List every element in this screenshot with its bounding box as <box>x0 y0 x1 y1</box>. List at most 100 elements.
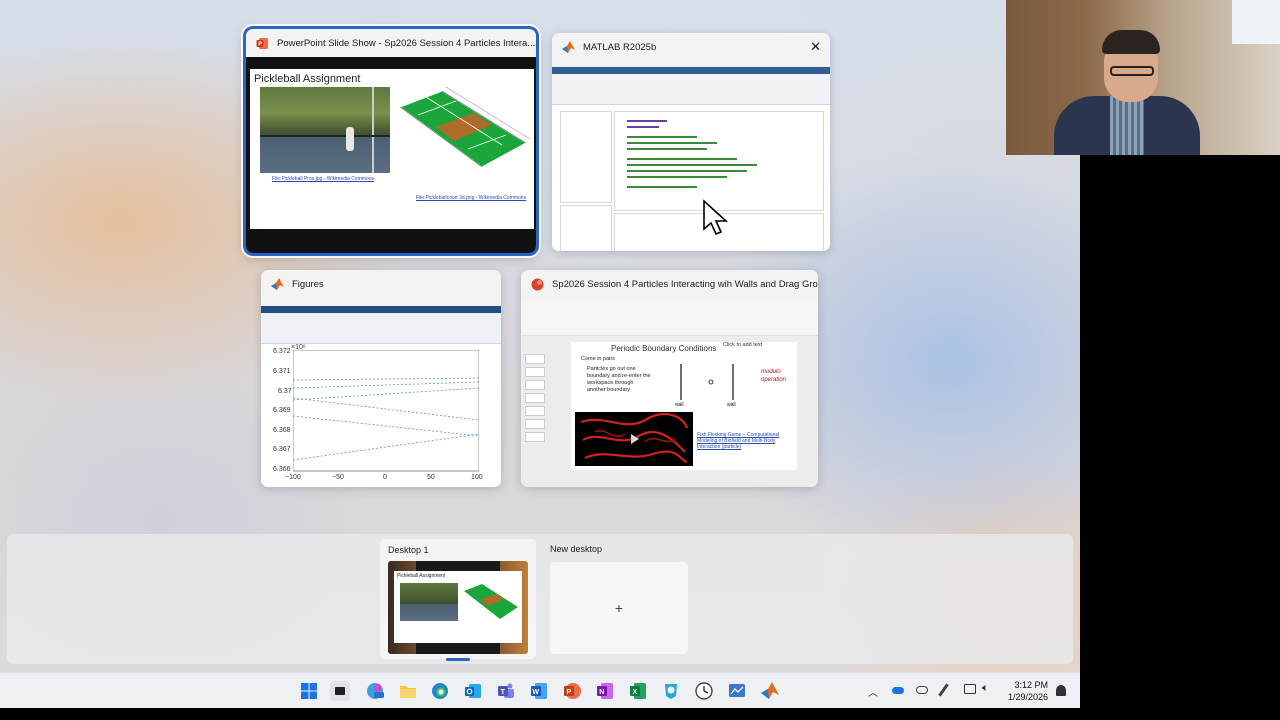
whiteboard-window-title: Sp2026 Session 4 Particles Interacting w… <box>552 278 818 290</box>
whiteboard-window[interactable]: Sp2026 Session 4 Particles Interacting w… <box>521 270 818 487</box>
matlab-taskbar-icon[interactable] <box>760 681 780 701</box>
video-thumbnail[interactable] <box>575 412 693 466</box>
figures-window[interactable]: Figures ×10⁶ 6.372 6.371 6.37 6.369 6.36… <box>261 270 501 487</box>
onenote-icon[interactable]: N <box>595 681 615 701</box>
task-view-background: P PowerPoint Slide Show - Sp2026 Session… <box>0 0 1080 708</box>
current-folder-panel[interactable] <box>560 111 612 203</box>
workspace-panel[interactable] <box>560 205 612 251</box>
slide: Pickleball Assignment File:Pickleball Pr… <box>250 69 534 229</box>
clock-tray[interactable]: 3:12 PM 1/29/2026 <box>1008 679 1048 703</box>
task-view-glyph <box>335 687 345 695</box>
matlab-window[interactable]: MATLAB R2025b ✕ <box>552 33 830 251</box>
tray-time: 3:12 PM <box>1014 680 1048 690</box>
close-button[interactable]: ✕ <box>810 40 821 53</box>
slide-thumbnail[interactable] <box>525 393 545 403</box>
tray-chevron-icon[interactable]: ︿ <box>868 684 878 699</box>
outlook-icon[interactable] <box>463 681 483 701</box>
slide-title: Pickleball Assignment <box>254 73 361 85</box>
plus-icon: + <box>614 600 624 616</box>
y-tick-label: 6.372 <box>273 348 291 355</box>
code-line <box>627 158 737 160</box>
webcam-person-collar <box>1110 96 1144 155</box>
webcam-feed <box>1006 0 1280 155</box>
desktop-1-label: Desktop 1 <box>388 545 429 555</box>
svg-text:W: W <box>532 689 539 696</box>
windows-start-icon[interactable] <box>299 681 319 701</box>
virtual-desktops-strip: Desktop 1 Pickleball Assignment New desk… <box>7 534 1073 664</box>
wall-right-label: wall <box>727 402 736 408</box>
new-desktop-label: New desktop <box>550 544 603 554</box>
onedrive-icon[interactable] <box>892 687 904 694</box>
svg-text:N: N <box>599 689 604 696</box>
display-icon[interactable] <box>964 684 976 694</box>
slide-thumbnail[interactable] <box>525 406 545 416</box>
whiteboard-window-titlebar[interactable]: Sp2026 Session 4 Particles Interacting w… <box>521 270 818 298</box>
svg-text:T: T <box>501 689 506 696</box>
powerpoint-window[interactable]: P PowerPoint Slide Show - Sp2026 Session… <box>246 29 536 253</box>
slide-thumbnail[interactable] <box>525 380 545 390</box>
tray-date: 1/29/2026 <box>1007 692 1048 702</box>
code-line <box>627 126 659 128</box>
x-tick-label: 50 <box>427 474 435 481</box>
matlab-window-title: MATLAB R2025b <box>583 41 657 53</box>
pen-icon[interactable] <box>938 683 949 697</box>
copilot-icon[interactable] <box>365 681 385 701</box>
svg-text:P: P <box>258 41 262 47</box>
task-view-icon[interactable] <box>330 681 350 701</box>
matlab-ribbon-tabs[interactable] <box>552 67 830 74</box>
powerpoint-window-titlebar[interactable]: P PowerPoint Slide Show - Sp2026 Session… <box>246 29 536 57</box>
slide-thumbnail[interactable] <box>525 367 545 377</box>
figures-window-titlebar[interactable]: Figures <box>261 270 501 298</box>
code-line <box>627 176 727 178</box>
svg-text:X: X <box>633 689 638 696</box>
y-tick-label: 6.367 <box>273 446 291 453</box>
bullet-2: Particles go out one boundary and re-ent… <box>587 366 651 393</box>
file-explorer-icon[interactable] <box>398 681 418 701</box>
desktop-thumb-slide-title: Pickleball Assignment <box>397 573 446 579</box>
mouse-cursor <box>703 199 729 236</box>
notification-bell-icon[interactable] <box>1056 685 1066 696</box>
figures-window-title: Figures <box>292 278 324 290</box>
powerpoint-icon: P <box>256 37 268 49</box>
x-tick-label: −100 <box>285 474 301 481</box>
excel-icon[interactable]: X <box>628 681 648 701</box>
y-tick-label: 6.37 <box>278 388 292 395</box>
matlab-ribbon <box>552 67 830 105</box>
code-line <box>627 164 757 166</box>
court-diagram <box>398 86 531 168</box>
editor-panel[interactable] <box>614 111 824 211</box>
new-desktop-button[interactable]: + <box>550 562 688 654</box>
powerpoint-icon[interactable]: P <box>562 681 582 701</box>
photo-player <box>346 127 354 151</box>
teams-icon[interactable]: T <box>496 681 516 701</box>
video-caption-link[interactable]: Fish Flocking Game – Computational Model… <box>697 432 789 450</box>
desktop-thumb-court <box>464 584 518 619</box>
app-icon[interactable] <box>661 681 681 701</box>
whiteboard-toolbar[interactable] <box>521 300 818 336</box>
matlab-window-titlebar[interactable]: MATLAB R2025b <box>552 33 830 61</box>
wall-left-label: wall <box>675 402 684 408</box>
slide-thumbnails[interactable] <box>525 354 547 445</box>
volume-icon[interactable]: 🔈︎ <box>982 682 989 695</box>
slide-thumbnail[interactable] <box>525 354 545 364</box>
clock-icon[interactable] <box>694 681 714 701</box>
click-to-add-text[interactable]: Click to add text <box>723 342 762 348</box>
slide-thumbnail[interactable] <box>525 432 545 442</box>
figure-axes <box>293 350 479 472</box>
desktop-1-thumbnail[interactable]: Pickleball Assignment <box>388 561 528 654</box>
slide-thumbnail[interactable] <box>525 419 545 429</box>
taskbar: T W P N X ︿ 🔈︎ 3:12 PM 1/29/2026 <box>0 672 1080 708</box>
diagram-caption-link[interactable]: File:Pickleballcourt 3d.png - Wikimedia … <box>416 195 526 201</box>
word-icon[interactable]: W <box>529 681 549 701</box>
photo-caption-link[interactable]: File:Pickleball Pros.jpg - Wikimedia Com… <box>272 176 374 182</box>
figure-toolstrip-tabs[interactable] <box>261 306 501 313</box>
current-slide: Periodic Boundary Conditions Click to ad… <box>571 342 797 470</box>
desktop-1-card[interactable]: Desktop 1 Pickleball Assignment <box>380 539 536 661</box>
onenote-app-icon <box>531 278 544 290</box>
code-line <box>627 148 707 150</box>
edge-icon[interactable] <box>430 681 450 701</box>
code-line <box>627 120 667 122</box>
cloud-icon[interactable] <box>916 686 928 694</box>
webcam-window-light <box>1232 0 1280 44</box>
whiteboard-icon[interactable] <box>727 681 747 701</box>
